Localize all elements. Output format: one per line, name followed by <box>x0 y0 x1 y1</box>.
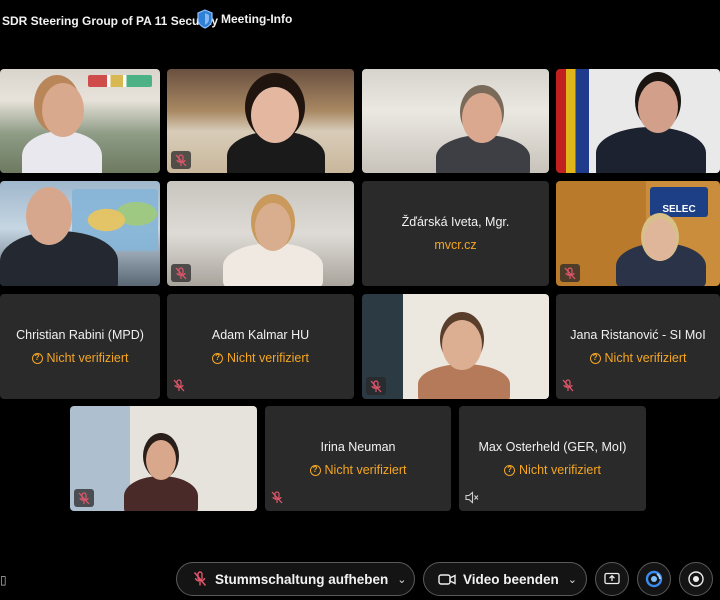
warning-icon: ? <box>589 352 601 364</box>
verification-label: Nicht verifiziert <box>227 351 309 365</box>
mute-indicator <box>173 379 189 395</box>
mute-indicator <box>560 264 580 282</box>
microphone-off-icon <box>175 266 187 279</box>
microphone-off-icon <box>562 379 574 392</box>
verification-status: ? Nicht verifiziert <box>31 351 129 365</box>
video-tile[interactable] <box>70 406 257 511</box>
video-tile[interactable] <box>167 181 354 286</box>
speaker-muted-icon <box>465 491 479 504</box>
video-tile[interactable] <box>362 294 549 399</box>
unmute-label: Stummschaltung aufheben <box>215 571 389 587</box>
participant-head <box>251 87 299 143</box>
participant-figure <box>124 476 198 511</box>
share-screen-button[interactable] <box>595 562 629 596</box>
mute-indicator <box>366 377 386 395</box>
participant-head <box>255 203 291 251</box>
stop-video-button[interactable]: Video beenden ⌄ <box>423 562 587 596</box>
mute-indicator <box>171 151 191 169</box>
participant-tile-audio[interactable]: Jana Ristanović - SI MoI ? Nicht verifiz… <box>556 294 720 399</box>
audio-indicator <box>465 491 481 507</box>
warning-icon: ? <box>31 352 43 364</box>
video-tile[interactable] <box>167 69 354 173</box>
verification-label: Nicht verifiziert <box>604 351 687 365</box>
participant-tile-audio[interactable]: Irina Neuman ? Nicht verifiziert <box>265 406 451 511</box>
microphone-off-icon <box>193 571 207 586</box>
selec-logo-text: SELEC <box>662 204 696 215</box>
mute-indicator <box>171 264 191 282</box>
microphone-off-icon <box>271 491 283 504</box>
shield-icon <box>197 9 213 29</box>
participant-name: Christian Rabini (MPD) <box>16 328 144 342</box>
participant-name: Adam Kalmar HU <box>211 328 310 342</box>
top-bar: SDR Steering Group of PA 11 Security Mee… <box>0 0 720 44</box>
microphone-off-icon <box>78 491 90 504</box>
participant-head <box>42 83 84 137</box>
video-tile[interactable] <box>0 69 160 173</box>
microphone-off-icon <box>173 379 185 392</box>
mute-indicator <box>562 379 578 395</box>
participant-tile-audio[interactable]: Adam Kalmar HU ? Nicht verifiziert <box>167 294 354 399</box>
participant-tile-audio[interactable]: Christian Rabini (MPD) ? Nicht verifizie… <box>0 294 160 399</box>
meeting-controls: ▯ Stummschaltung aufheben ⌄ Video beende… <box>0 556 720 600</box>
unmute-button[interactable]: Stummschaltung aufheben ⌄ <box>176 562 415 596</box>
mute-indicator <box>271 491 287 507</box>
camera-icon <box>438 573 456 585</box>
verification-label: Nicht verifiziert <box>46 351 129 365</box>
participant-figure <box>22 131 102 173</box>
verification-label: Nicht verifiziert <box>519 463 601 477</box>
verification-label: Nicht verifiziert <box>324 463 407 477</box>
meeting-title: SDR Steering Group of PA 11 Security <box>2 14 219 28</box>
participant-tile-audio[interactable]: Max Osterheld (GER, MoI) ? Nicht verifiz… <box>459 406 646 511</box>
chevron-down-icon[interactable]: ⌄ <box>568 573 577 586</box>
participant-head <box>442 320 482 370</box>
microphone-off-icon <box>175 153 187 166</box>
selec-logo: SELEC <box>650 187 708 217</box>
verification-status: ? Nicht verifiziert <box>212 351 309 365</box>
video-tile[interactable] <box>556 69 720 173</box>
participant-head <box>638 81 678 133</box>
meeting-info-button[interactable]: Meeting-Info <box>196 9 292 29</box>
verification-status: ? Nicht verifiziert <box>504 463 601 477</box>
participant-figure <box>596 127 706 173</box>
record-button[interactable] <box>679 562 713 596</box>
video-tile[interactable] <box>0 181 160 286</box>
logo-strip <box>88 75 152 87</box>
participant-head <box>26 187 72 245</box>
microphone-off-icon <box>564 266 576 279</box>
participant-name: Irina Neuman <box>320 440 396 454</box>
stop-video-label: Video beenden <box>463 571 559 587</box>
assistant-icon <box>645 570 663 588</box>
participant-head <box>146 440 176 480</box>
participant-domain: mvcr.cz <box>434 238 477 252</box>
mute-indicator <box>74 489 94 507</box>
participant-name: Jana Ristanović - SI MoI <box>570 328 706 342</box>
participant-head <box>644 219 676 261</box>
verification-status: ? Nicht verifiziert <box>309 463 407 477</box>
assistant-button[interactable] <box>637 562 671 596</box>
microphone-off-icon <box>370 379 382 392</box>
participant-head <box>462 93 502 143</box>
meeting-info-label: Meeting-Info <box>221 12 293 26</box>
verification-status: ? Nicht verifiziert <box>589 351 687 365</box>
warning-icon: ? <box>212 352 224 364</box>
warning-icon: ? <box>504 464 516 476</box>
video-tile[interactable] <box>362 69 549 173</box>
panel-edge-icon[interactable]: ▯ <box>0 573 7 587</box>
share-screen-icon <box>604 572 620 585</box>
participant-name: Žďárská Iveta, Mgr. <box>401 215 510 229</box>
participant-tile-audio[interactable]: Žďárská Iveta, Mgr. mvcr.cz <box>362 181 549 286</box>
warning-icon: ? <box>309 464 321 476</box>
video-tile[interactable]: SELEC <box>556 181 720 286</box>
record-icon <box>688 571 704 587</box>
participant-name: Max Osterheld (GER, MoI) <box>478 440 627 454</box>
chevron-down-icon[interactable]: ⌄ <box>397 573 406 586</box>
